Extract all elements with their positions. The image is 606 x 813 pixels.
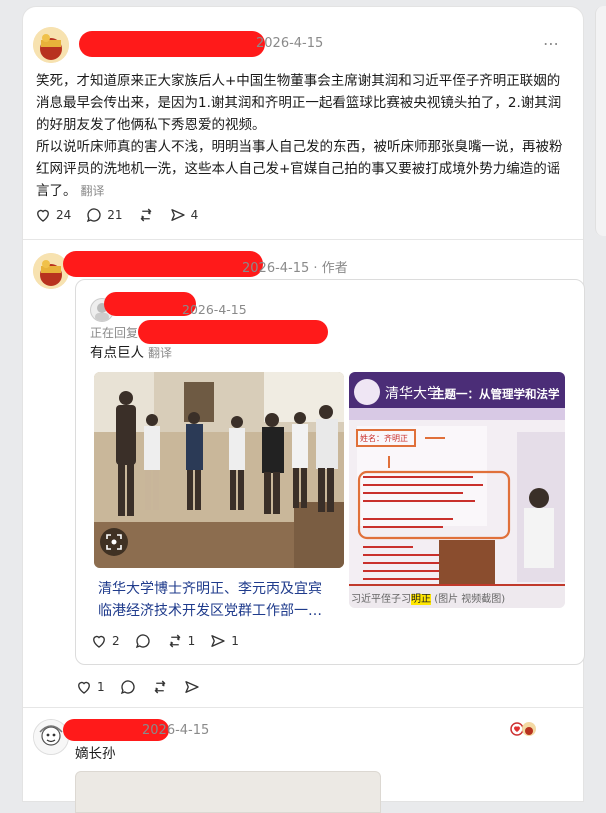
reaction-avatars-image bbox=[510, 722, 536, 736]
post-date: 2026-4-15 bbox=[142, 723, 210, 738]
post-image[interactable] bbox=[75, 771, 381, 813]
post-text: 嫡长孙 bbox=[75, 746, 116, 762]
post-3: 2026-4-15 嫡长孙 bbox=[23, 7, 583, 813]
feed-panel: 2026-4-15 ⋯ 笑死，才知道原来正大家族后人+中国生物董事会主席谢其润和… bbox=[22, 6, 585, 813]
scrollbar-track[interactable] bbox=[595, 6, 606, 236]
reaction-avatars[interactable] bbox=[509, 721, 541, 737]
